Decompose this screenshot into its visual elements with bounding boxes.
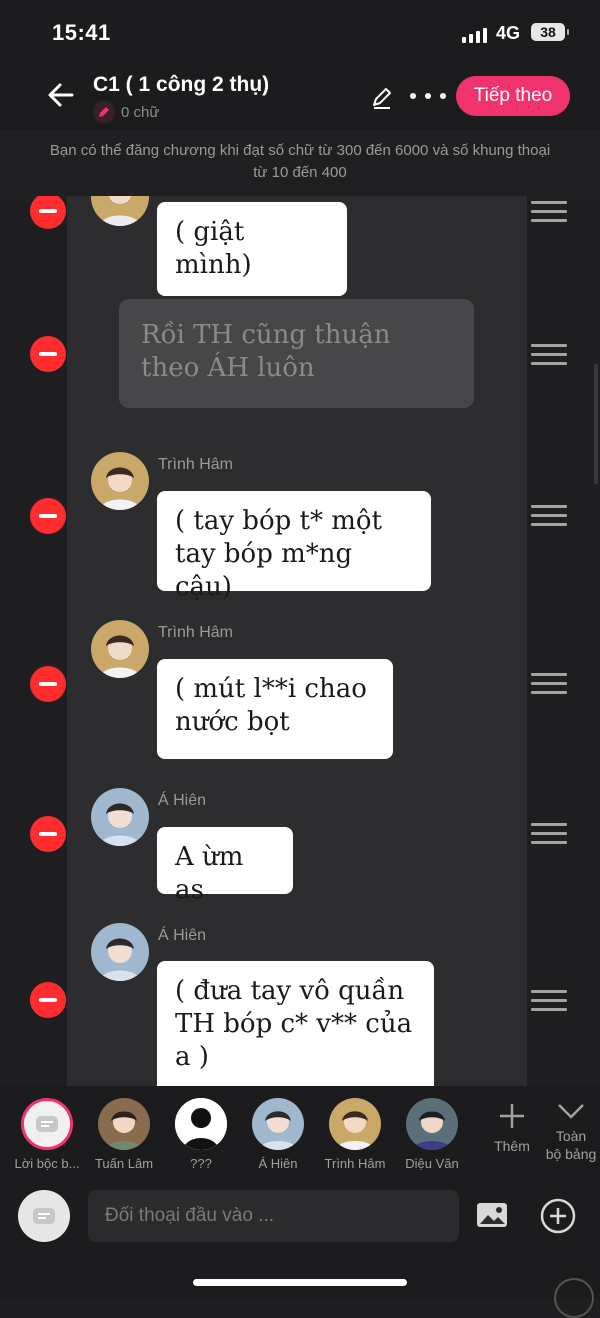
chapter-title: C1 ( 1 công 2 thụ) bbox=[93, 73, 270, 96]
narration-toggle-button[interactable] bbox=[18, 1190, 70, 1242]
edit-icon[interactable] bbox=[368, 84, 396, 112]
character-name: Trình Hâm bbox=[324, 1156, 386, 1171]
battery-icon: 38 bbox=[531, 23, 569, 41]
character-name: Á Hiên bbox=[258, 1156, 298, 1171]
drag-handle-icon[interactable] bbox=[531, 673, 567, 695]
more-options-icon[interactable] bbox=[410, 84, 446, 108]
dialogue-bubble[interactable]: ( tay bóp t* một tay bóp m*ng cậu) bbox=[157, 491, 431, 602]
narration-icon bbox=[33, 1208, 55, 1224]
network-type: 4G bbox=[496, 23, 521, 43]
show-all-label-line2: bộ bảng bbox=[545, 1146, 597, 1162]
remove-dialogue-button[interactable] bbox=[30, 336, 66, 372]
signal-icon bbox=[462, 27, 488, 43]
add-circle-icon[interactable] bbox=[540, 1198, 576, 1234]
add-character-button[interactable]: Thêm bbox=[484, 1100, 540, 1155]
show-all-button[interactable]: Toàn bộ bảng bbox=[541, 1100, 600, 1163]
add-character-label: Thêm bbox=[494, 1138, 530, 1154]
narration-bubble[interactable]: Rồi TH cũng thuận theo ÁH luôn bbox=[119, 299, 474, 408]
dialogue-list[interactable]: ( giật mình) Rồi TH cũng thuận theo ÁH l… bbox=[0, 196, 600, 1086]
dialogue-bubble[interactable]: ( đưa tay vô quần TH bóp c* v** của a ) bbox=[157, 961, 434, 1086]
character-selector: Lời bộc b... Tuấn Lâm ??? Á Hiên Trình H… bbox=[0, 1086, 600, 1178]
character-tuan-lam[interactable]: Tuấn Lâm bbox=[84, 1098, 164, 1171]
status-time: 15:41 bbox=[52, 20, 111, 45]
character-dieu-van[interactable]: Diệu Văn bbox=[392, 1098, 472, 1171]
notice-line-1: Bạn có thể đăng chương khi đạt số chữ từ… bbox=[49, 142, 551, 159]
drag-handle-icon[interactable] bbox=[531, 344, 567, 366]
image-icon[interactable] bbox=[475, 1200, 509, 1230]
notice-line-2: từ 10 đến 400 bbox=[253, 164, 347, 181]
character-trinh-ham[interactable]: Trình Hâm bbox=[315, 1098, 395, 1171]
next-button[interactable]: Tiếp theo bbox=[456, 76, 570, 116]
avatar bbox=[329, 1098, 381, 1150]
drag-handle-icon[interactable] bbox=[531, 823, 567, 845]
arrow-left-icon[interactable] bbox=[44, 78, 78, 112]
avatar bbox=[252, 1098, 304, 1150]
drag-handle-icon[interactable] bbox=[531, 201, 567, 223]
character-name: ??? bbox=[190, 1156, 212, 1171]
speaker-name: Á Hiên bbox=[158, 927, 207, 944]
header: C1 ( 1 công 2 thụ) 0 chữ Tiếp theo bbox=[0, 64, 600, 130]
dialogue-bubble[interactable]: ( giật mình) bbox=[157, 202, 347, 296]
speaker-name: Trình Hâm bbox=[158, 456, 233, 473]
character-name: Tuấn Lâm bbox=[94, 1156, 154, 1171]
speaker-name: Á Hiên bbox=[158, 792, 207, 809]
show-all-label-line1: Toàn bbox=[555, 1128, 587, 1144]
plus-icon bbox=[500, 1104, 524, 1128]
input-bar: Đối thoại đầu vào ... bbox=[0, 1178, 600, 1258]
remove-dialogue-button[interactable] bbox=[30, 816, 66, 852]
character-name: Lời bộc b... bbox=[14, 1156, 80, 1171]
avatar bbox=[91, 452, 149, 510]
remove-dialogue-button[interactable] bbox=[30, 982, 66, 1018]
status-bar: 15:41 4G 38 bbox=[0, 0, 600, 64]
avatar bbox=[406, 1098, 458, 1150]
remove-dialogue-button[interactable] bbox=[30, 196, 66, 229]
avatar bbox=[91, 788, 149, 846]
drag-handle-icon[interactable] bbox=[531, 505, 567, 527]
pencil-icon bbox=[93, 101, 115, 123]
narration-icon bbox=[21, 1098, 73, 1150]
dialogue-bubble[interactable]: ( mút l**i chao nước bọt bbox=[157, 659, 393, 759]
avatar bbox=[98, 1098, 150, 1150]
drag-handle-icon[interactable] bbox=[531, 990, 567, 1012]
bottom-bar bbox=[0, 1258, 600, 1318]
home-indicator[interactable] bbox=[193, 1279, 407, 1286]
remove-dialogue-button[interactable] bbox=[30, 498, 66, 534]
avatar bbox=[91, 620, 149, 678]
speaker-name: Trình Hâm bbox=[158, 624, 233, 641]
avatar bbox=[91, 923, 149, 981]
word-count-text: 0 chữ bbox=[121, 103, 160, 121]
scrollbar[interactable] bbox=[594, 364, 598, 484]
scroll-up-icon[interactable] bbox=[554, 1278, 594, 1318]
dialogue-bubble[interactable]: A ừm as bbox=[157, 827, 293, 905]
character-narrator[interactable]: Lời bộc b... bbox=[7, 1098, 87, 1171]
remove-dialogue-button[interactable] bbox=[30, 666, 66, 702]
character-a-hien[interactable]: Á Hiên bbox=[238, 1098, 318, 1171]
character-unknown[interactable]: ??? bbox=[161, 1098, 241, 1171]
word-count: 0 chữ bbox=[93, 101, 159, 123]
dialogue-input[interactable]: Đối thoại đầu vào ... bbox=[88, 1190, 459, 1242]
word-limit-notice: Bạn có thể đăng chương khi đạt số chữ từ… bbox=[0, 130, 600, 196]
chevron-down-icon bbox=[558, 1104, 584, 1119]
default-avatar-icon bbox=[175, 1098, 227, 1150]
character-name: Diệu Văn bbox=[405, 1156, 459, 1171]
